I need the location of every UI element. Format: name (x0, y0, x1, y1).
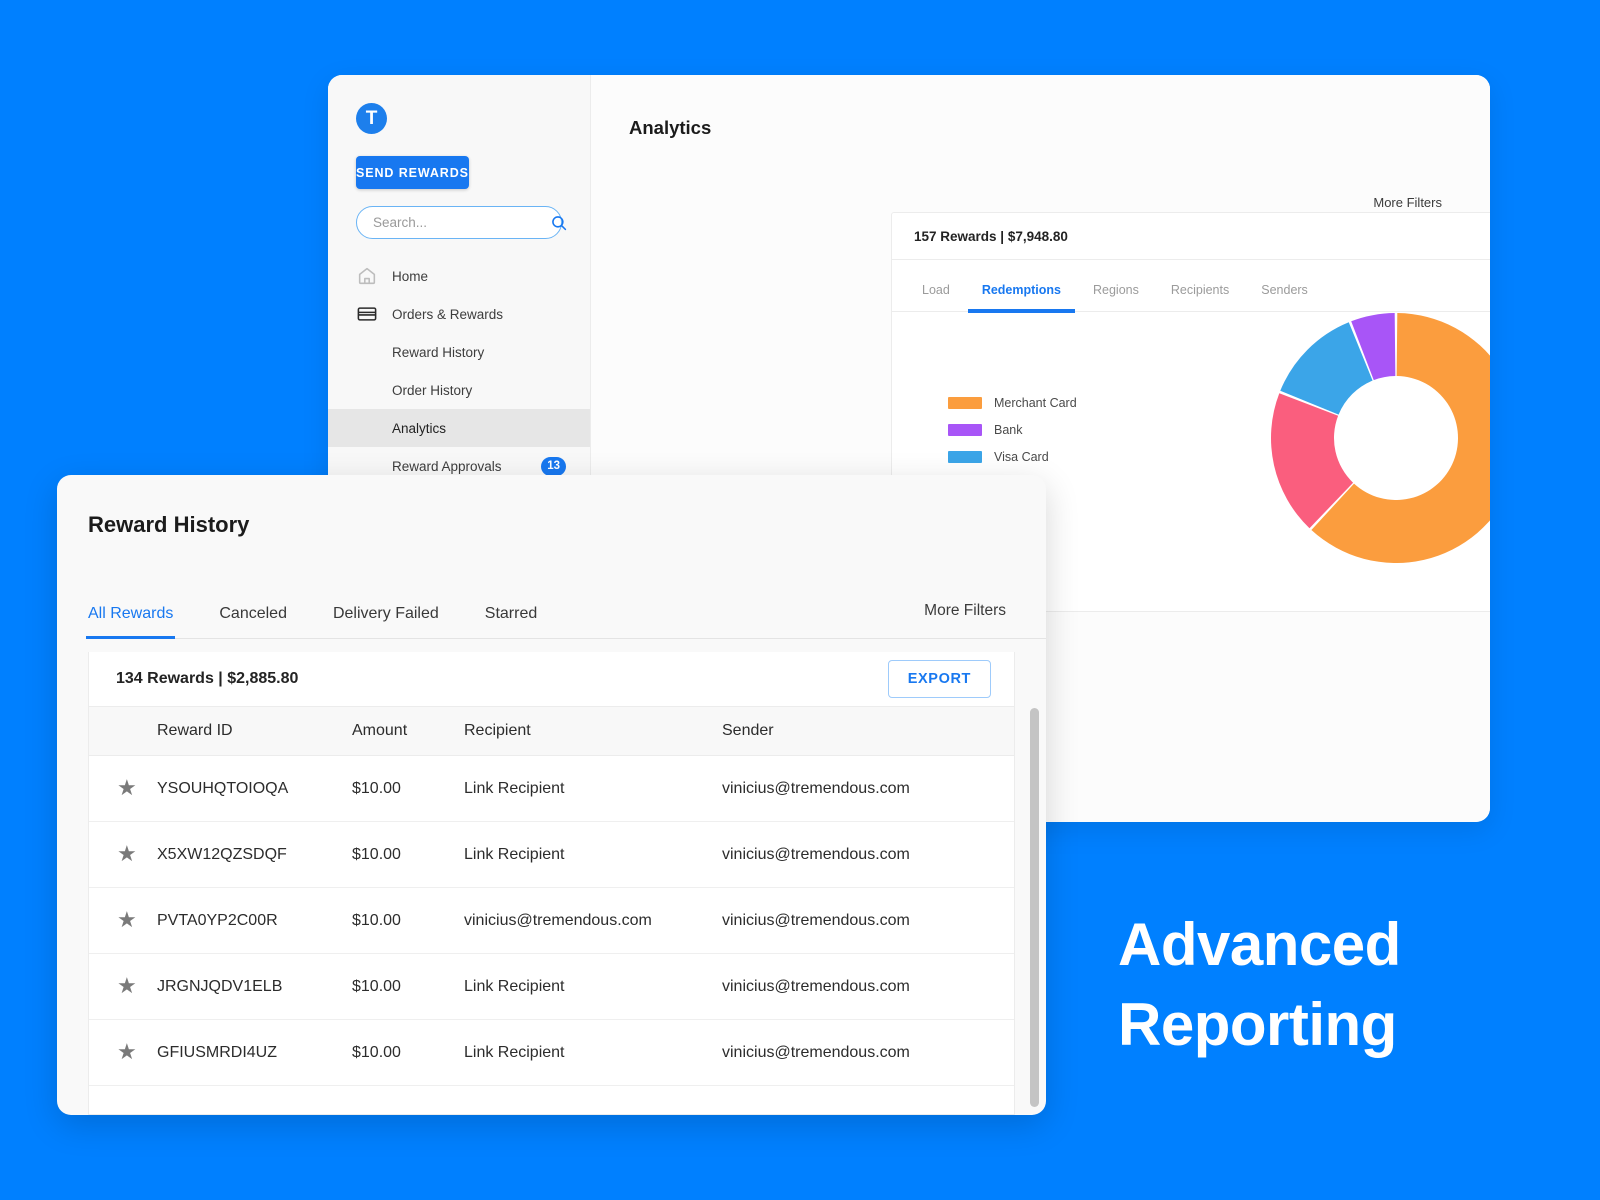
table-row[interactable]: ★ JRGNJQDV1ELB $10.00 Link Recipient vin… (89, 953, 1014, 1020)
star-icon[interactable]: ★ (117, 1039, 137, 1064)
chart-legend: Merchant Card Bank Visa Card (948, 396, 1077, 477)
status-badge: 13 (541, 456, 566, 476)
donut-chart-svg (1271, 313, 1490, 563)
star-icon[interactable]: ★ (117, 973, 137, 998)
cell-recipient: vinicius@tremendous.com (464, 887, 722, 954)
sidebar-item-label: Order History (392, 382, 473, 398)
tab-recipients[interactable]: Recipients (1171, 283, 1229, 311)
tab-redemptions[interactable]: Redemptions (967, 283, 1076, 313)
column-star (89, 707, 157, 756)
analytics-summary-text: 157 Rewards | $7,948.80 (914, 228, 1068, 244)
sidebar-item-label: Analytics (392, 420, 447, 436)
search-icon[interactable] (550, 214, 568, 232)
cell-amount: $10.00 (352, 953, 464, 1020)
table-row[interactable]: ★ GFIUSMRDI4UZ $10.00 Link Recipient vin… (89, 1019, 1014, 1086)
donut-chart[interactable] (1270, 312, 1490, 569)
star-icon[interactable]: ★ (117, 775, 137, 800)
tab-regions[interactable]: Regions (1093, 283, 1139, 311)
cell-sender: vinicius@tremendous.com (722, 887, 1014, 954)
sidebar-item-order-history[interactable]: Order History (328, 371, 590, 409)
cell-reward-id: JRGNJQDV1ELB (157, 953, 352, 1020)
brand-logo-icon[interactable]: T (356, 103, 387, 134)
more-filters-link[interactable]: More Filters (1373, 195, 1442, 210)
sidebar-nav: Home Orders & Rewards Reward History Ord… (328, 257, 590, 485)
scrollbar-thumb[interactable] (1030, 708, 1039, 1107)
cell-sender: vinicius@tremendous.com (722, 755, 1014, 822)
cell-sender: vinicius@tremendous.com (722, 953, 1014, 1020)
search-box[interactable] (356, 206, 567, 239)
send-rewards-button[interactable]: SEND REWARDS (356, 156, 469, 189)
reward-history-summary-text: 134 Rewards | $2,885.80 (116, 670, 299, 687)
star-icon[interactable]: ★ (117, 841, 137, 866)
table-header-row: Reward ID Amount Recipient Sender (89, 707, 1014, 756)
table-body: ★ YSOUHQTOIOQA $10.00 Link Recipient vin… (89, 755, 1014, 1086)
legend-label: Merchant Card (994, 396, 1077, 410)
sidebar-item-label: Home (392, 268, 429, 284)
cell-amount: $10.00 (352, 887, 464, 954)
home-icon (356, 265, 378, 287)
legend-item[interactable]: Visa Card (948, 450, 1077, 464)
cell-reward-id: YSOUHQTOIOQA (157, 755, 352, 822)
table-header: Reward ID Amount Recipient Sender (89, 707, 1014, 756)
sidebar-item-label: Reward History (392, 344, 485, 360)
legend-item[interactable]: Merchant Card (948, 396, 1077, 410)
table-row[interactable]: ★ X5XW12QZSDQF $10.00 Link Recipient vin… (89, 821, 1014, 888)
cell-reward-id: PVTA0YP2C00R (157, 887, 352, 954)
reward-history-table: Reward ID Amount Recipient Sender ★ YSOU… (89, 707, 1014, 1086)
tab-starred[interactable]: Starred (485, 605, 537, 638)
sidebar-item-home[interactable]: Home (328, 257, 590, 295)
legend-swatch-bank (948, 424, 982, 436)
cell-recipient: Link Recipient (464, 821, 722, 888)
table-scrollbar[interactable] (1030, 708, 1039, 1107)
tab-delivery-failed[interactable]: Delivery Failed (333, 605, 439, 638)
table-row[interactable]: ★ YSOUHQTOIOQA $10.00 Link Recipient vin… (89, 755, 1014, 822)
reward-history-title: Reward History (88, 512, 250, 537)
tab-all-rewards[interactable]: All Rewards (85, 605, 176, 639)
analytics-tabs: Load Redemptions Regions Recipients Send… (892, 260, 1490, 313)
reward-history-more-filters-link[interactable]: More Filters (924, 602, 1006, 620)
tab-load[interactable]: Load (922, 283, 950, 311)
legend-swatch-merchant-card (948, 397, 982, 409)
cell-sender: vinicius@tremendous.com (722, 821, 1014, 888)
cell-reward-id: X5XW12QZSDQF (157, 821, 352, 888)
cell-sender: vinicius@tremendous.com (722, 1019, 1014, 1086)
tab-senders[interactable]: Senders (1261, 283, 1308, 311)
cell-recipient: Link Recipient (464, 755, 722, 822)
analytics-summary-bar: 157 Rewards | $7,948.80 EXPORT (892, 213, 1490, 260)
page-title: Analytics (629, 117, 712, 138)
legend-swatch-visa-card (948, 451, 982, 463)
sidebar-item-orders-rewards[interactable]: Orders & Rewards (328, 295, 590, 333)
reward-history-summary-bar: 134 Rewards | $2,885.80 EXPORT (89, 652, 1014, 707)
reward-history-table-card: 134 Rewards | $2,885.80 EXPORT Reward ID… (88, 652, 1015, 1115)
sidebar-item-label: Reward Approvals (392, 458, 502, 474)
column-sender: Sender (722, 707, 1014, 756)
headline-text: Advanced Reporting (1118, 911, 1401, 1058)
table-row[interactable]: ★ PVTA0YP2C00R $10.00 vinicius@tremendou… (89, 887, 1014, 954)
legend-label: Bank (994, 423, 1023, 437)
cell-reward-id: GFIUSMRDI4UZ (157, 1019, 352, 1086)
cell-amount: $10.00 (352, 755, 464, 822)
column-reward-id: Reward ID (157, 707, 352, 756)
cell-recipient: Link Recipient (464, 953, 722, 1020)
cell-amount: $10.00 (352, 821, 464, 888)
reward-history-export-button[interactable]: EXPORT (887, 660, 991, 698)
sidebar-item-analytics[interactable]: Analytics (328, 409, 590, 447)
logo-wrap: T (328, 75, 590, 134)
sidebar-item-reward-history[interactable]: Reward History (328, 333, 590, 371)
reward-history-tabs: All Rewards Canceled Delivery Failed Sta… (85, 593, 1046, 639)
legend-label: Visa Card (994, 450, 1049, 464)
column-recipient: Recipient (464, 707, 722, 756)
cell-amount: $10.00 (352, 1019, 464, 1086)
column-amount: Amount (352, 707, 464, 756)
sidebar-item-label: Orders & Rewards (392, 306, 504, 322)
star-icon[interactable]: ★ (117, 907, 137, 932)
reward-history-panel: Reward History All Rewards Canceled Deli… (57, 475, 1046, 1115)
search-input[interactable] (373, 215, 550, 230)
card-icon (356, 303, 378, 325)
cell-recipient: Link Recipient (464, 1019, 722, 1086)
legend-item[interactable]: Bank (948, 423, 1077, 437)
tab-canceled[interactable]: Canceled (219, 605, 287, 638)
